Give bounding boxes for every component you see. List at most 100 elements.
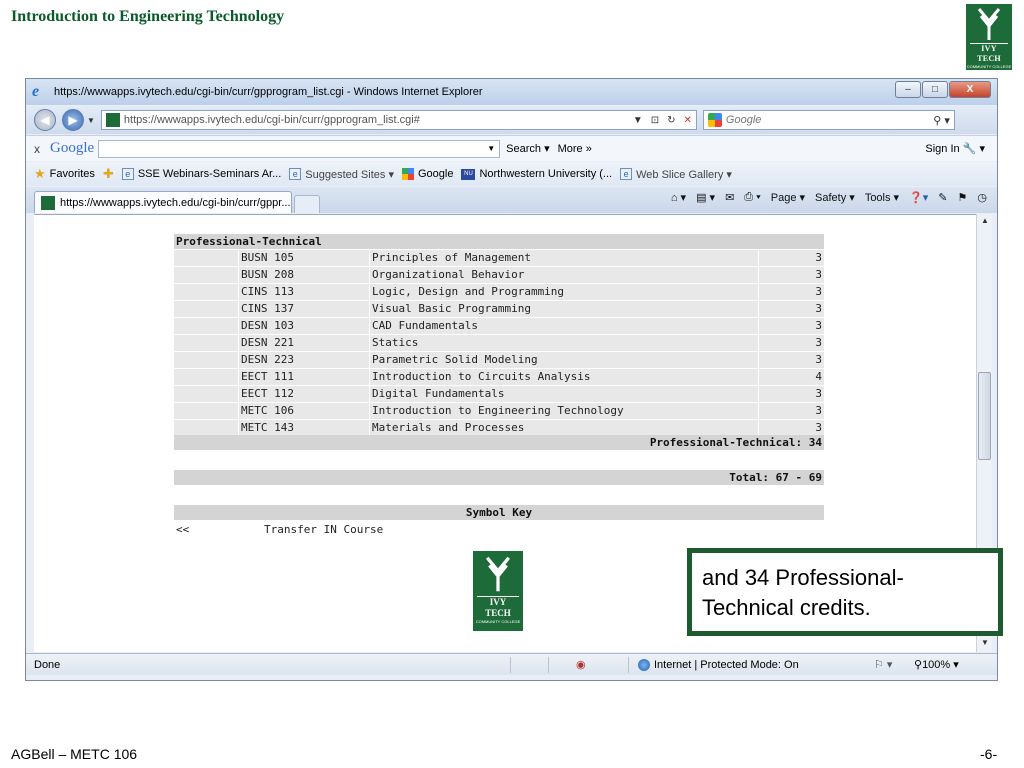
safety-menu[interactable]: Safety ▾ bbox=[815, 191, 855, 204]
logo-text: IVY TECH bbox=[477, 596, 519, 619]
forward-button[interactable]: ▶ bbox=[62, 109, 84, 131]
scroll-thumb[interactable] bbox=[978, 372, 991, 460]
stop-icon[interactable]: ✕ bbox=[680, 115, 696, 126]
footer-page-number: -6- bbox=[980, 746, 998, 762]
course-blank-cell bbox=[174, 250, 238, 266]
course-code: CINS 137 bbox=[239, 301, 369, 317]
favorite-link-northwestern[interactable]: NU Northwestern University (... bbox=[461, 168, 612, 180]
favorite-link-web-slice[interactable]: e Web Slice Gallery ▾ bbox=[620, 168, 732, 181]
close-button[interactable]: X bbox=[949, 81, 991, 98]
course-credits: 3 bbox=[759, 352, 824, 368]
search-input[interactable]: Google ⚲ ▾ bbox=[702, 110, 955, 130]
compatibility-icon[interactable]: ⊡ bbox=[647, 115, 663, 126]
course-title: Logic, Design and Programming bbox=[370, 284, 758, 300]
course-code: METC 143 bbox=[239, 420, 369, 436]
scroll-up-icon[interactable]: ▲ bbox=[981, 216, 989, 225]
add-favorite-icon[interactable]: ✚ bbox=[103, 166, 114, 182]
sign-in-label: Sign In bbox=[925, 143, 960, 155]
research-icon[interactable]: ✎ bbox=[938, 191, 947, 204]
course-title: CAD Fundamentals bbox=[370, 318, 758, 334]
new-tab-button[interactable] bbox=[294, 195, 320, 213]
section-header: Professional-Technical bbox=[174, 234, 824, 249]
scroll-down-icon[interactable]: ▼ bbox=[981, 638, 989, 647]
star-icon: ★ bbox=[34, 166, 46, 181]
logo-subtext: COMMUNITY COLLEGE bbox=[475, 619, 521, 624]
favorite-link-suggested[interactable]: e Suggested Sites ▾ bbox=[289, 168, 394, 181]
course-code: BUSN 105 bbox=[239, 250, 369, 266]
course-title: Introduction to Circuits Analysis bbox=[370, 369, 758, 385]
favorites-bar: ★ Favorites ✚ e SSE Webinars-Seminars Ar… bbox=[26, 162, 997, 186]
table-row: EECT 111 Introduction to Circuits Analysi… bbox=[174, 369, 824, 385]
minimize-button[interactable]: – bbox=[895, 81, 921, 98]
status-divider bbox=[548, 657, 549, 673]
security-zone[interactable]: Internet | Protected Mode: On bbox=[638, 658, 799, 671]
course-code: EECT 112 bbox=[239, 386, 369, 402]
callout-text: and 34 Professional-Technical credits. bbox=[702, 565, 904, 620]
favorite-label: SSE Webinars-Seminars Ar... bbox=[137, 168, 282, 180]
google-logo: Google bbox=[50, 140, 95, 156]
table-row: BUSN 208 Organizational Behavior 3 bbox=[174, 267, 824, 283]
course-code: METC 106 bbox=[239, 403, 369, 419]
feeds-icon[interactable]: ▤ ▾ bbox=[696, 191, 715, 204]
address-dropdown-icon[interactable]: ▼ bbox=[629, 115, 647, 126]
course-credits: 3 bbox=[759, 267, 824, 283]
messenger-icon[interactable]: ⚑ bbox=[958, 191, 968, 204]
course-title: Organizational Behavior bbox=[370, 267, 758, 283]
course-blank-cell bbox=[174, 267, 238, 283]
clock-icon[interactable]: ◷ bbox=[977, 191, 987, 204]
tools-menu[interactable]: Tools ▾ bbox=[865, 191, 899, 204]
course-blank-cell bbox=[174, 352, 238, 368]
page-menu[interactable]: Page ▾ bbox=[771, 191, 805, 204]
table-row: DESN 223 Parametric Solid Modeling 3 bbox=[174, 352, 824, 368]
help-icon[interactable]: ❓▾ bbox=[909, 191, 928, 204]
protected-mode-icon[interactable]: ⚐ ▾ bbox=[874, 658, 892, 671]
page-icon: e bbox=[289, 168, 302, 180]
status-divider bbox=[628, 657, 629, 673]
table-row: DESN 221 Statics 3 bbox=[174, 335, 824, 351]
command-bar: ⌂ ▾ ▤ ▾ ✉ ⎙ ▾ Page ▾ Safety ▾ Tools ▾ ❓▾… bbox=[671, 191, 987, 204]
google-search-button[interactable]: Search ▾ bbox=[506, 142, 549, 155]
course-blank-cell bbox=[174, 318, 238, 334]
privacy-icon[interactable]: ◉ bbox=[576, 658, 586, 671]
title-bar: e https://wwwapps.ivytech.edu/cgi-bin/cu… bbox=[26, 79, 997, 105]
footer-author: AGBell – METC 106 bbox=[11, 746, 138, 762]
table-row: CINS 113 Logic, Design and Programming 3 bbox=[174, 284, 824, 300]
ivy-leaf-icon bbox=[977, 8, 1001, 40]
course-credits: 3 bbox=[759, 318, 824, 334]
window-title: https://wwwapps.ivytech.edu/cgi-bin/curr… bbox=[54, 86, 483, 98]
table-row: EECT 112 Digital Fundamentals 3 bbox=[174, 386, 824, 402]
address-url[interactable]: https://wwwapps.ivytech.edu/cgi-bin/curr… bbox=[124, 114, 629, 126]
tab-active[interactable]: https://wwwapps.ivytech.edu/cgi-bin/curr… bbox=[34, 191, 292, 213]
course-title: Statics bbox=[370, 335, 758, 351]
print-icon[interactable]: ⎙ ▾ bbox=[744, 191, 760, 204]
course-credits: 3 bbox=[759, 420, 824, 436]
zone-label: Internet | Protected Mode: On bbox=[654, 658, 799, 671]
course-blank-cell bbox=[174, 386, 238, 402]
search-icon[interactable]: ⚲ ▾ bbox=[933, 114, 950, 127]
google-toolbar: x Google ▼ Search ▾ More » Sign In 🔧 ▾ bbox=[26, 135, 997, 161]
favorites-button[interactable]: ★ Favorites bbox=[34, 166, 95, 182]
table-row: METC 143 Materials and Processes 3 bbox=[174, 420, 824, 436]
back-button[interactable]: ◀ bbox=[34, 109, 56, 131]
sign-in-button[interactable]: Sign In 🔧 ▾ bbox=[925, 142, 985, 155]
home-icon[interactable]: ⌂ ▾ bbox=[671, 191, 686, 204]
history-dropdown-icon[interactable]: ▼ bbox=[87, 116, 95, 125]
zoom-control[interactable]: ⚲100% ▾ bbox=[914, 658, 959, 671]
add-star-icon: ✚ bbox=[102, 166, 114, 181]
tab-row: https://wwwapps.ivytech.edu/cgi-bin/curr… bbox=[26, 187, 997, 213]
course-blank-cell bbox=[174, 420, 238, 436]
refresh-icon[interactable]: ↻ bbox=[663, 115, 679, 126]
mail-icon[interactable]: ✉ bbox=[725, 191, 734, 204]
status-bar: Done ◉ Internet | Protected Mode: On ⚐ ▾… bbox=[26, 653, 997, 675]
maximize-button[interactable]: □ bbox=[922, 81, 948, 98]
favorite-link-google[interactable]: Google bbox=[401, 168, 453, 180]
favorites-label: Favorites bbox=[49, 168, 95, 180]
page-icon: e bbox=[620, 168, 633, 180]
favorite-link-sse[interactable]: e SSE Webinars-Seminars Ar... bbox=[121, 168, 282, 180]
table-row: DESN 103 CAD Fundamentals 3 bbox=[174, 318, 824, 334]
address-bar[interactable]: https://wwwapps.ivytech.edu/cgi-bin/curr… bbox=[100, 110, 697, 130]
search-placeholder: Google bbox=[725, 114, 762, 126]
google-more-button[interactable]: More » bbox=[558, 143, 592, 155]
google-search-field[interactable]: ▼ bbox=[98, 139, 501, 158]
close-toolbar-icon[interactable]: x bbox=[34, 142, 40, 156]
